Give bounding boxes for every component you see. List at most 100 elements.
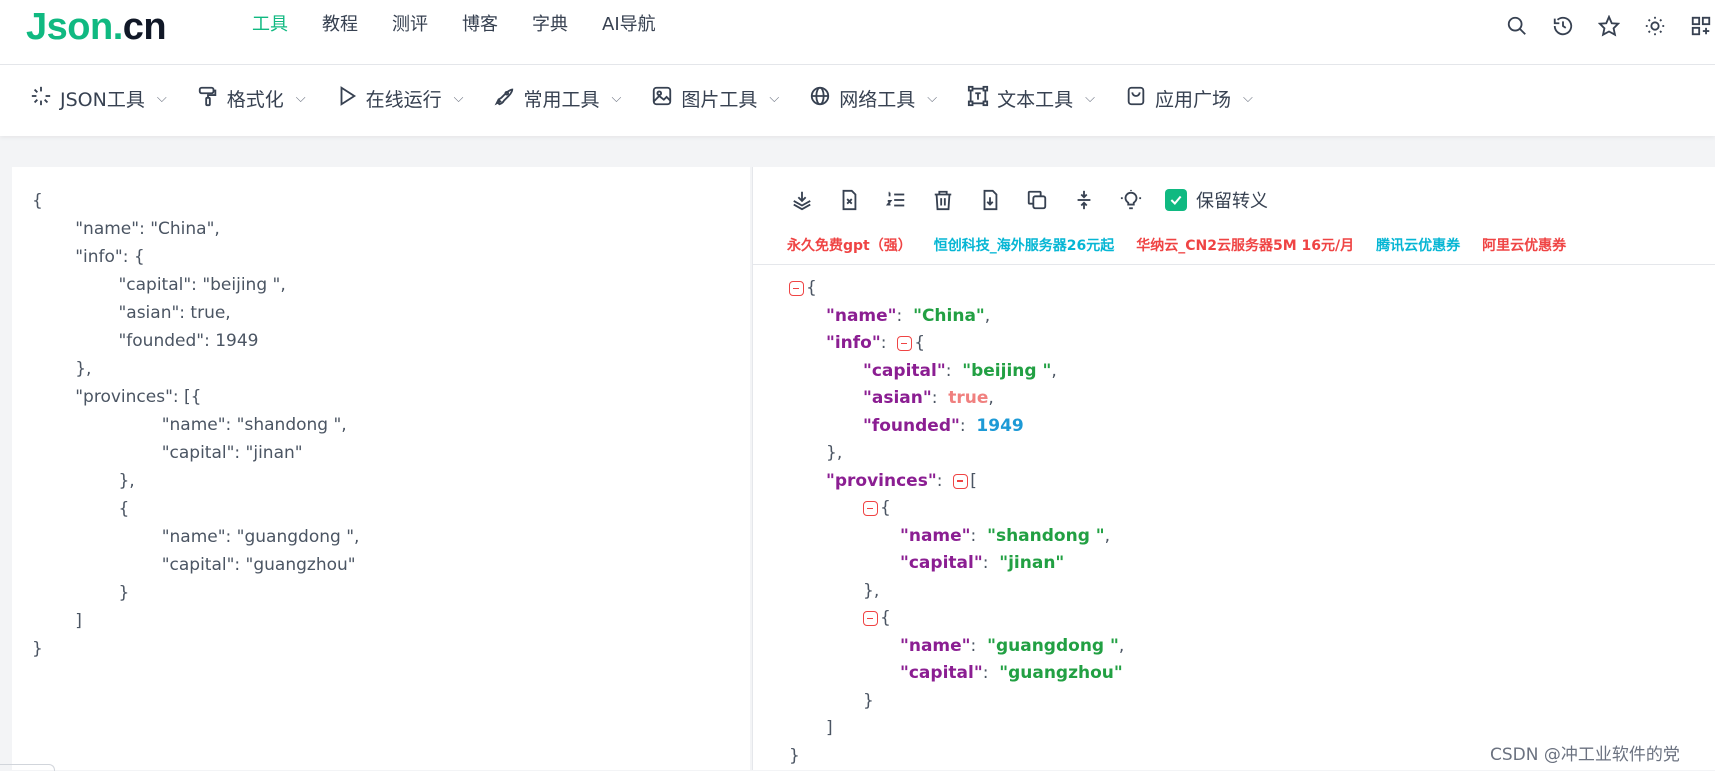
json-key: "capital"	[863, 360, 946, 381]
code-line: {	[32, 499, 130, 519]
code-line: "name": "guangdong ",	[32, 527, 360, 547]
rocket-icon	[493, 85, 515, 112]
json-key: "capital"	[900, 553, 983, 573]
code-line: "capital": "beijing ",	[32, 275, 286, 295]
json-key: "info"	[826, 333, 881, 353]
clear-file-icon[interactable]	[836, 187, 862, 213]
ad-link[interactable]: 恒创科技_海外服务器26元起	[934, 235, 1114, 255]
json-key: "name"	[900, 635, 971, 656]
nav-item-tutorials[interactable]: 教程	[322, 12, 358, 38]
text-tools-menu[interactable]: 文本工具 ⌵	[967, 85, 1095, 112]
json-string: "shandong "	[987, 525, 1105, 546]
image-tools-menu[interactable]: 图片工具 ⌵	[651, 85, 779, 112]
keep-escape-label[interactable]: 保留转义	[1196, 187, 1268, 213]
code-line: "name": "China",	[32, 219, 220, 239]
collapse-toggle-icon[interactable]	[953, 473, 969, 489]
sponsor-links: 永久免费gpt（强） 恒创科技_海外服务器26元起 华纳云_CN2云服务器5M …	[787, 235, 1566, 255]
download-icon[interactable]	[977, 187, 1003, 213]
collapse-toggle-icon[interactable]	[863, 611, 878, 627]
tree-row: {	[789, 275, 1124, 303]
code-line: "provinces": [{	[32, 387, 202, 407]
tree-row: }	[863, 690, 874, 711]
json-key: "founded"	[863, 415, 960, 436]
tree-row: "capital": "guangzhou"	[789, 660, 1124, 688]
keep-escape-checkbox[interactable]	[1165, 189, 1187, 211]
star-icon[interactable]	[1595, 12, 1623, 40]
apps-icon[interactable]	[1687, 12, 1715, 40]
tree-row: }	[789, 745, 800, 766]
code-line: ]	[32, 611, 82, 631]
logo-part-json: Json.	[26, 6, 123, 48]
code-line: "founded": 1949	[32, 331, 259, 351]
network-tools-label: 网络工具	[839, 89, 916, 111]
run-online-menu[interactable]: 在线运行 ⌵	[336, 85, 463, 112]
json-output-viewer: 保留转义 永久免费gpt（强） 恒创科技_海外服务器26元起 华纳云_CN2云服…	[752, 167, 1715, 770]
paint-roller-icon	[197, 85, 219, 112]
code-line: "info": {	[32, 247, 145, 267]
site-logo[interactable]: Json.cn	[26, 2, 167, 52]
tree-row: "founded": 1949	[789, 413, 1124, 441]
nav-item-ai-nav[interactable]: AI导航	[602, 12, 656, 38]
json-key: "asian"	[863, 388, 932, 408]
tree-row: "name": "China",	[789, 303, 1124, 331]
tree-row: "capital": "jinan"	[789, 550, 1124, 578]
json-tree-view: { "name": "China", "info": { "capital": …	[789, 275, 1124, 770]
code-line: "name": "shandong ",	[32, 415, 347, 435]
divider	[753, 264, 1715, 265]
json-key: "capital"	[900, 663, 983, 683]
json-string: "jinan"	[999, 553, 1065, 573]
code-line: "capital": "guangzhou"	[32, 555, 356, 575]
tree-row: "asian": true,	[789, 385, 1124, 413]
common-tools-label: 常用工具	[523, 89, 600, 111]
json-string: "guangdong "	[987, 635, 1119, 656]
tree-row: },	[826, 443, 843, 463]
network-tools-menu[interactable]: 网络工具 ⌵	[809, 85, 937, 112]
numbered-list-icon[interactable]	[883, 187, 909, 213]
chevron-down-icon: ⌵	[156, 91, 167, 106]
code-line: },	[32, 471, 135, 491]
format-menu[interactable]: 格式化 ⌵	[197, 85, 306, 112]
history-icon[interactable]	[1549, 12, 1577, 40]
json-tools-label: JSON工具	[60, 89, 145, 111]
search-icon[interactable]	[1503, 12, 1531, 40]
tree-row: },	[863, 580, 880, 601]
image-icon	[651, 85, 673, 112]
common-tools-menu[interactable]: 常用工具 ⌵	[493, 85, 621, 112]
collapse-toggle-icon[interactable]	[863, 501, 878, 517]
nav-item-blog[interactable]: 博客	[462, 12, 498, 38]
tree-row: "name": "shandong ",	[789, 523, 1124, 551]
watermark: CSDN @冲工业软件的党	[1490, 745, 1680, 765]
json-string: "China"	[913, 305, 985, 326]
layers-icon[interactable]	[789, 187, 815, 213]
ad-link[interactable]: 华纳云_CN2云服务器5M 16元/月	[1136, 235, 1354, 255]
json-string: "beijing "	[962, 360, 1052, 381]
collapse-toggle-icon[interactable]	[789, 281, 804, 297]
json-key: "provinces"	[826, 470, 937, 491]
app-square-menu[interactable]: 应用广场 ⌵	[1125, 85, 1253, 112]
json-key: "name"	[900, 525, 971, 546]
nav-item-tools[interactable]: 工具	[252, 12, 288, 38]
nav-item-reviews[interactable]: 测评	[392, 12, 428, 38]
tree-row: {	[789, 605, 1124, 633]
collapse-toggle-icon[interactable]	[897, 336, 913, 352]
top-icon-group	[1503, 12, 1715, 40]
compress-icon[interactable]	[1071, 187, 1097, 213]
copy-icon[interactable]	[1024, 187, 1050, 213]
bulb-icon[interactable]	[1118, 187, 1144, 213]
ad-link[interactable]: 腾讯云优惠券	[1376, 235, 1460, 255]
ad-link[interactable]: 阿里云优惠券	[1482, 235, 1566, 255]
sun-icon[interactable]	[1641, 12, 1669, 40]
json-input-text[interactable]: { "name": "China", "info": { "capital": …	[32, 187, 359, 663]
json-input-editor[interactable]: { "name": "China", "info": { "capital": …	[12, 167, 750, 770]
output-actions: 保留转义	[789, 187, 1268, 213]
code-line: {	[32, 191, 43, 211]
json-boolean: true	[948, 388, 989, 408]
json-tools-menu[interactable]: JSON工具 ⌵	[30, 85, 167, 112]
format-label: 格式化	[226, 89, 284, 111]
sparkle-icon	[30, 85, 52, 112]
chevron-down-icon: ⌵	[927, 91, 938, 106]
code-line: }	[32, 639, 43, 659]
ad-link[interactable]: 永久免费gpt（强）	[787, 235, 912, 255]
nav-item-dictionary[interactable]: 字典	[532, 12, 568, 38]
trash-icon[interactable]	[930, 187, 956, 213]
